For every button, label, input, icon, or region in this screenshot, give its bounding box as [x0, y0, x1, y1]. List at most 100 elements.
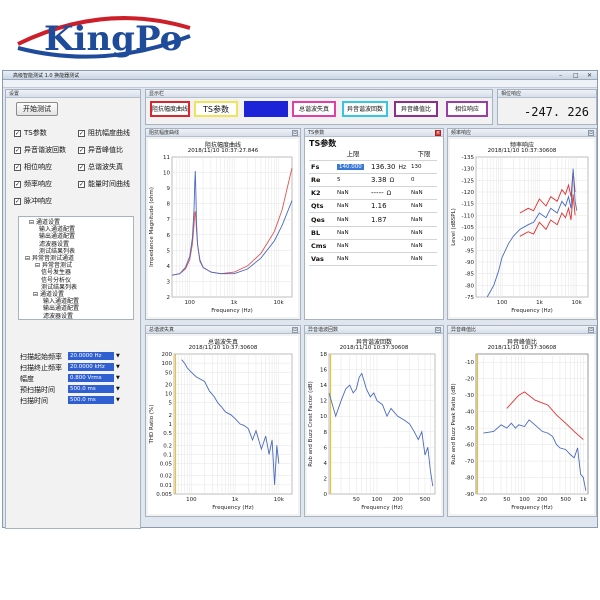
y-tick-label: 2	[324, 476, 328, 482]
start-test-button[interactable]: 开始测试	[16, 102, 58, 116]
display-button[interactable]: 总谐波失真	[292, 101, 336, 117]
close-panel-icon[interactable]: ▫	[588, 130, 594, 136]
x-tick-label: 1k	[231, 300, 238, 306]
display-button[interactable]: 相位响应	[446, 101, 488, 117]
ts-upper-value[interactable]: 5	[337, 177, 341, 183]
tree-node[interactable]: ⊟ 通道设置	[21, 219, 131, 226]
ts-upper-value[interactable]: NaN	[337, 256, 349, 262]
param-input[interactable]: 20.0000 kHz	[68, 363, 114, 371]
tree-node[interactable]: 测试结果列表	[21, 248, 131, 255]
thd-panel-header: 总谐波失真	[146, 326, 300, 334]
tree-expander-icon[interactable]: ⊟	[25, 255, 32, 262]
ts-lower-value[interactable]: NaN	[411, 203, 423, 209]
checkbox-item[interactable]: ✓ 阻抗幅度曲线	[78, 128, 130, 138]
display-button[interactable]: 阻抗幅度曲线	[150, 101, 190, 117]
checkbox-item[interactable]: ✓ 异音谐波回数	[14, 145, 66, 155]
y-tick-label: -10	[465, 360, 474, 366]
tree-node[interactable]: 测试结果列表	[21, 284, 131, 291]
checkbox-item[interactable]: ✓ 脉冲响应	[14, 196, 52, 206]
ts-lower-value[interactable]: 0	[411, 177, 415, 183]
y-tick-label: -90	[465, 260, 474, 266]
ts-lower-value[interactable]: NaN	[411, 243, 423, 249]
checkbox-item[interactable]: ✓ TS参数	[14, 128, 47, 138]
x-tick-label: 50	[503, 497, 510, 503]
dropdown-arrow-icon[interactable]: ▼	[116, 386, 120, 392]
dropdown-arrow-icon[interactable]: ▼	[116, 375, 120, 381]
param-input[interactable]: 500.0 ms	[68, 396, 114, 404]
tree-node[interactable]: 滤波器设置	[21, 312, 131, 320]
close-icon[interactable]: ✕	[587, 72, 592, 79]
tree-node[interactable]: 输出通道配置	[21, 233, 131, 240]
x-axis-label: Frequency (Hz)	[361, 505, 402, 511]
checkbox-box[interactable]: ✓	[78, 163, 85, 171]
tree-node-label: 滤波器设置	[43, 312, 74, 320]
close-panel-icon[interactable]: ▫	[292, 327, 298, 333]
checkbox-box[interactable]: ✓	[78, 129, 85, 137]
settings-tree[interactable]: ⊟ 通道设置 输入通道配置 输出通道配置 滤波器设置 测试结果列表 ⊟ 异常音测试通道 ⊟ …	[18, 216, 134, 320]
maximize-icon[interactable]: □	[573, 72, 579, 79]
impedance-chart: 阻抗幅度曲线2018/11/10 10:37:27.846♛2345678910…	[148, 139, 298, 317]
x-axis-label: Frequency (Hz)	[511, 505, 552, 511]
close-panel-icon[interactable]: ▫	[435, 327, 441, 333]
checkbox-box[interactable]: ✓	[14, 163, 21, 171]
ts-unit: Ω	[389, 176, 395, 184]
checkbox-item[interactable]: ✓ 相位响应	[14, 162, 52, 172]
ts-lower-value[interactable]: NaN	[411, 230, 423, 236]
ts-panel-header: TS参数	[305, 129, 443, 137]
y-tick-label: 2	[167, 295, 171, 301]
x-axis-label: Frequency (Hz)	[511, 308, 552, 314]
checkbox-box[interactable]: ✓	[14, 180, 21, 188]
tree-expander-icon[interactable]: ⊟	[29, 219, 36, 226]
minimize-icon[interactable]: –	[559, 72, 562, 79]
checkbox-box[interactable]: ✓	[78, 180, 85, 188]
checkbox-item[interactable]: ✓ 能量时间曲线	[78, 179, 130, 189]
y-tick-label: -105	[462, 225, 475, 231]
ts-lower-value[interactable]: NaN	[411, 190, 423, 196]
tree-node[interactable]: 滤波器设置	[21, 241, 131, 248]
checkbox-item[interactable]: ✓ 频率响应	[14, 179, 52, 189]
display-button[interactable]: 异音峰值比	[394, 101, 438, 117]
param-input[interactable]: 20.0000 Hz	[68, 352, 114, 360]
ts-upper-value[interactable]: NaN	[337, 203, 349, 209]
freq-response-chart: 频率响应2018/11/10 10:37:30608♛-135-130-125-…	[450, 139, 594, 317]
ts-upper-value[interactable]: NaN	[337, 217, 349, 223]
ts-upper-value[interactable]: NaN	[337, 243, 349, 249]
y-axis-label: Rub and Buzz Peak Ratio (dB)	[451, 383, 457, 464]
ts-lower-value[interactable]: NaN	[411, 256, 423, 262]
checkbox-box[interactable]: ✓	[14, 146, 21, 154]
param-input[interactable]: 500.0 ms	[68, 385, 114, 393]
display-button[interactable]: TS参数	[194, 101, 238, 117]
checkbox-box[interactable]: ✓	[78, 146, 85, 154]
tree-node[interactable]: 输入通道配置	[21, 226, 131, 233]
checkbox-item[interactable]: ✓ 异音峰值比	[78, 145, 123, 155]
ts-upper-value[interactable]: NaN	[337, 190, 349, 196]
close-panel-icon[interactable]: ▫	[292, 130, 298, 136]
tree-node[interactable]: 输出通道配置	[21, 305, 131, 312]
tree-node[interactable]: ⊟ 异常音测试	[21, 262, 131, 269]
close-panel-icon[interactable]: ×	[435, 130, 441, 136]
tree-node-label: 异常音测试通道	[31, 255, 74, 263]
checkbox-box[interactable]: ✓	[14, 129, 21, 137]
dropdown-arrow-icon[interactable]: ▼	[116, 353, 120, 359]
x-tick-label: 200	[537, 497, 548, 503]
checkbox-box[interactable]: ✓	[14, 197, 21, 205]
dropdown-arrow-icon[interactable]: ▼	[116, 397, 120, 403]
settings-header: 设置	[6, 90, 140, 98]
display-button[interactable]: 频率响应	[244, 101, 288, 117]
freq-panel-header: 频率响应	[448, 129, 596, 137]
dropdown-arrow-icon[interactable]: ▼	[116, 364, 120, 370]
param-label: 幅度	[20, 375, 34, 383]
tree-expander-icon[interactable]: ⊟	[33, 291, 40, 298]
ts-upper-value[interactable]: 140.000	[337, 163, 364, 170]
ts-upper-value[interactable]: NaN	[337, 230, 349, 236]
tree-node[interactable]: 信号分析仪	[21, 277, 131, 284]
x-axis-label: Frequency (Hz)	[212, 505, 253, 511]
param-input[interactable]: 0.800 Vrms	[68, 374, 114, 382]
close-panel-icon[interactable]: ▫	[588, 327, 594, 333]
ts-lower-value[interactable]: 130	[411, 164, 422, 170]
tree-node[interactable]: 信号发生器	[21, 269, 131, 276]
ts-lower-value[interactable]: NaN	[411, 217, 423, 223]
display-button[interactable]: 异音谐波回数	[342, 101, 388, 117]
checkbox-item[interactable]: ✓ 总谐波失真	[78, 162, 123, 172]
y-tick-label: 200	[162, 352, 173, 358]
